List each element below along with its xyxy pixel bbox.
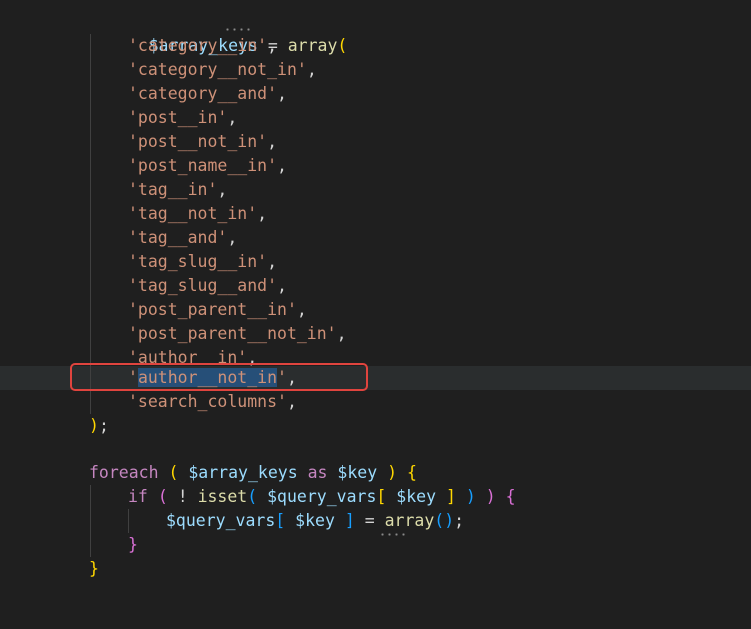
selected-text[interactable]: author__not_in: [137, 368, 278, 387]
string-literal: 'tag__not_in': [128, 204, 258, 223]
string-literal: 'post__in': [128, 108, 228, 127]
string-literal: 'tag__and': [128, 228, 228, 247]
code-line[interactable]: 'tag__in',: [0, 178, 751, 202]
code-line[interactable]: if ( ! isset( $query_vars[ $key ] ) ) {: [0, 485, 751, 509]
isset-function: isset: [197, 487, 248, 506]
foreach-keyword: foreach: [89, 463, 159, 482]
string-literal: 'post__not_in': [128, 132, 268, 151]
code-line[interactable]: 'post_parent__in',: [0, 298, 751, 322]
string-literal: 'tag_slug__and': [128, 276, 278, 295]
array-function: array: [384, 511, 435, 530]
code-line[interactable]: 'post__in',: [0, 106, 751, 130]
string-literal: 'post_name__in': [128, 156, 278, 175]
if-keyword: if: [128, 487, 148, 506]
code-line[interactable]: );: [0, 414, 751, 438]
code-line[interactable]: 'search_columns',: [0, 390, 751, 414]
code-line[interactable]: 'category__not_in',: [0, 58, 751, 82]
string-literal: 'category__in': [128, 36, 268, 55]
code-line[interactable]: 'post_name__in',: [0, 154, 751, 178]
code-line[interactable]: foreach ( $array_keys as $key ) {: [0, 461, 751, 485]
code-line[interactable]: 'category__and',: [0, 82, 751, 106]
string-literal: 'post_parent__in': [128, 300, 297, 319]
code-line[interactable]: $query_vars[ $key ] = array();: [0, 509, 751, 533]
string-literal: 'tag_slug__in': [128, 252, 268, 271]
string-literal: 'search_columns': [128, 392, 287, 411]
code-line-active[interactable]: 'author__not_in',: [0, 366, 751, 390]
code-line[interactable]: 'tag__not_in',: [0, 202, 751, 226]
code-line[interactable]: 'tag__and',: [0, 226, 751, 250]
code-line[interactable]: 'tag_slug__and',: [0, 274, 751, 298]
code-line[interactable]: 'post_parent__not_in',: [0, 322, 751, 346]
code-line[interactable]: 'category__in',: [0, 34, 751, 58]
code-line[interactable]: 'tag_slug__in',: [0, 250, 751, 274]
code-editor[interactable]: $array_keys = array( 'category__in', 'ca…: [0, 0, 751, 580]
string-literal: 'author__in': [128, 348, 248, 367]
string-literal: 'category__not_in': [128, 60, 307, 79]
string-literal: 'tag__in': [128, 180, 218, 199]
string-literal: 'category__and': [128, 84, 278, 103]
code-line[interactable]: }: [0, 557, 751, 581]
code-line[interactable]: }: [0, 533, 751, 557]
string-literal: 'post_parent__not_in': [128, 324, 337, 343]
code-line[interactable]: $array_keys = array(: [0, 10, 751, 55]
lint-hint-dots: [224, 28, 252, 31]
code-line[interactable]: 'post__not_in',: [0, 130, 751, 154]
